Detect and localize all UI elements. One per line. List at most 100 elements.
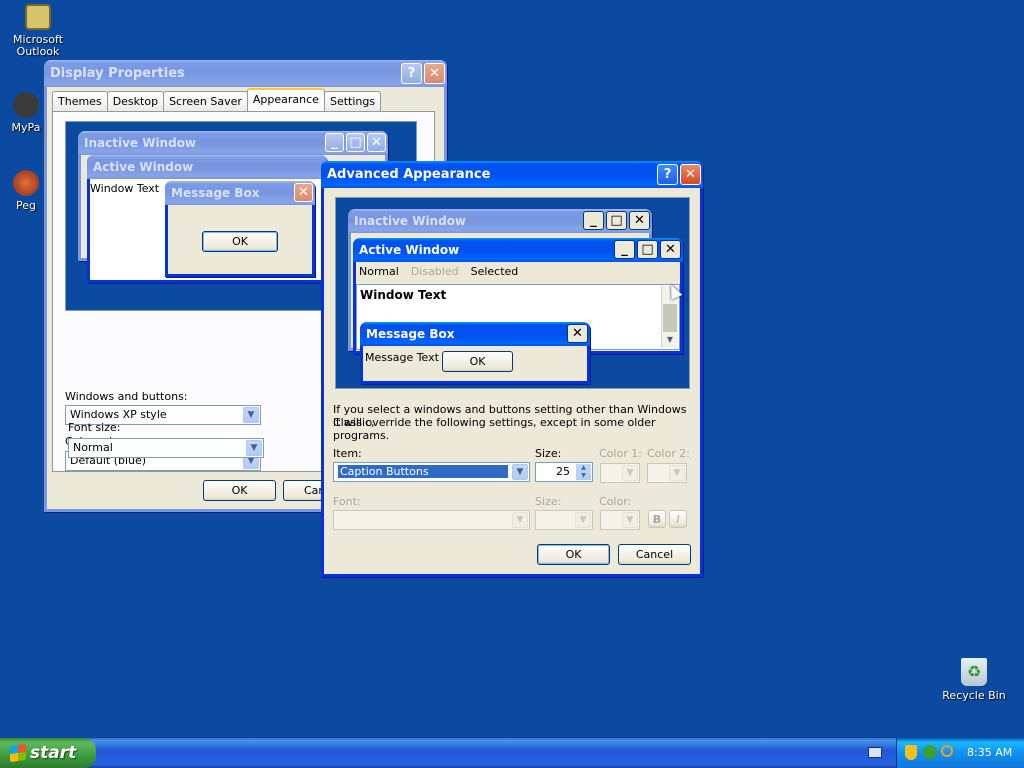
info-text-line2: it will override the following settings,… <box>333 416 656 442</box>
color2-picker[interactable]: ▼ <box>647 463 687 483</box>
network-icon[interactable] <box>923 745 937 759</box>
help-icon[interactable]: ? <box>657 164 678 185</box>
tab-themes[interactable]: Themes <box>52 91 108 111</box>
chevron-down-icon[interactable]: ▼ <box>243 407 259 423</box>
desktop-icon-label: MyPa <box>11 121 41 134</box>
adv-preview-window-text: Window Text <box>360 288 447 302</box>
chevron-down-icon[interactable]: ▼ <box>512 464 528 480</box>
recycle-bin-icon: ♻ <box>961 658 987 686</box>
maximize-icon: □ <box>346 133 365 152</box>
chevron-down-icon[interactable]: ▼ <box>246 440 262 456</box>
desktop-icon-recycle-bin[interactable]: ♻ Recycle Bin <box>936 658 1012 702</box>
maximize-icon[interactable]: □ <box>606 211 627 230</box>
cancel-button[interactable]: Cancel <box>618 544 691 565</box>
display-properties-titlebar[interactable]: Display Properties ? ✕ <box>44 60 447 87</box>
close-icon: ✕ <box>294 183 313 202</box>
close-icon[interactable]: ✕ <box>680 164 701 185</box>
scrollbar-thumb[interactable] <box>663 304 677 332</box>
my-pictures-icon <box>13 92 39 118</box>
chevron-down-icon[interactable]: ▼ <box>662 332 678 348</box>
tab-screen-saver[interactable]: Screen Saver <box>163 91 248 111</box>
advanced-preview[interactable]: Inactive Window _ □ ✕ Active Window _ □ … <box>335 197 690 389</box>
taskbar: start 8:35 AM <box>0 738 1024 768</box>
adv-preview-message-text: Message Text <box>365 351 439 364</box>
preview-message-box-title: Message Box <box>171 186 260 200</box>
menu-selected[interactable]: Selected <box>471 265 519 278</box>
item-value: Caption Buttons <box>338 465 508 478</box>
search-icon[interactable] <box>941 745 953 757</box>
advanced-appearance-titlebar[interactable]: Advanced Appearance ? ✕ <box>321 161 703 188</box>
spinner-arrows-icon[interactable]: ▲ ▼ <box>576 464 591 480</box>
chevron-down-icon[interactable]: ▼ <box>622 512 638 528</box>
tab-appearance[interactable]: Appearance <box>246 88 325 111</box>
size-value: 25 <box>556 465 570 478</box>
bold-button[interactable]: B <box>648 510 666 528</box>
adv-preview-message-box-title: Message Box <box>366 327 455 341</box>
item-select[interactable]: Caption Buttons ▼ <box>333 462 530 482</box>
desktop-icon-label: Microsoft Outlook <box>12 33 64 58</box>
chevron-down-icon[interactable]: ▼ <box>669 465 685 481</box>
desktop-icon-label: Peg <box>16 199 36 212</box>
tab-desktop[interactable]: Desktop <box>106 91 165 111</box>
windows-buttons-value: Windows XP style <box>70 408 167 421</box>
adv-preview-inactive-title: Inactive Window <box>354 214 467 228</box>
maximize-icon[interactable]: □ <box>637 240 658 259</box>
tab-settings[interactable]: Settings <box>323 91 382 111</box>
adv-preview-ok-button[interactable]: OK <box>442 351 513 372</box>
font-size-select[interactable]: ▼ <box>535 510 593 530</box>
font-label: Font: <box>333 495 361 508</box>
chevron-down-icon[interactable]: ▼ <box>575 512 591 528</box>
close-icon[interactable]: ✕ <box>567 324 588 343</box>
font-size-label: Font size: <box>68 421 121 434</box>
preview-active-title: Active Window <box>93 160 194 174</box>
menu-normal[interactable]: Normal <box>359 265 399 278</box>
font-size-select[interactable]: Normal ▼ <box>68 438 264 458</box>
close-icon[interactable]: ✕ <box>424 63 445 84</box>
adv-preview-message-box[interactable]: Message Box ✕ Message Text OK <box>360 322 590 384</box>
chevron-down-icon[interactable]: ▼ <box>622 465 638 481</box>
chevron-down-icon[interactable]: ▼ <box>512 512 528 528</box>
size-spinner[interactable]: 25 ▲ ▼ <box>535 462 593 482</box>
ok-button[interactable]: OK <box>537 544 610 565</box>
color1-picker[interactable]: ▼ <box>600 463 640 483</box>
font-select[interactable]: ▼ <box>333 510 530 530</box>
minimize-icon[interactable]: _ <box>614 240 635 259</box>
windows-logo-icon <box>10 743 26 763</box>
minimize-icon: _ <box>325 133 344 152</box>
start-label: start <box>30 743 77 763</box>
preview-message-box: Message Box ✕ OK <box>165 181 315 277</box>
menu-disabled[interactable]: Disabled <box>411 265 459 278</box>
desktop-icon-outlook[interactable]: Microsoft Outlook <box>0 4 76 58</box>
item-label: Item: <box>333 447 362 460</box>
close-icon[interactable]: ✕ <box>629 211 650 230</box>
font-color-label: Color: <box>599 495 632 508</box>
font-color-picker[interactable]: ▼ <box>600 510 640 530</box>
desktop-icon-label: Recycle Bin <box>942 689 1006 702</box>
adv-preview-active-title: Active Window <box>359 243 460 257</box>
start-button[interactable]: start <box>0 738 96 768</box>
adv-preview-menu: Normal Disabled Selected <box>356 262 680 281</box>
window-title: Advanced Appearance <box>327 167 491 182</box>
font-size-value: Normal <box>73 441 113 454</box>
minimize-icon[interactable]: _ <box>583 211 604 230</box>
close-icon: ✕ <box>367 133 386 152</box>
italic-button[interactable]: I <box>669 510 687 528</box>
pegasus-icon <box>13 170 39 196</box>
clock[interactable]: 8:35 AM <box>967 746 1012 759</box>
ok-button[interactable]: OK <box>203 480 276 501</box>
window-title: Display Properties <box>50 66 185 81</box>
preview-inactive-title: Inactive Window <box>84 136 197 150</box>
font-size-label: Size: <box>535 495 562 508</box>
system-tray: 8:35 AM <box>896 738 1024 768</box>
preview-ok-button: OK <box>202 231 278 252</box>
color2-label: Color 2: <box>647 447 690 460</box>
help-icon[interactable]: ? <box>401 63 422 84</box>
windows-buttons-label: Windows and buttons: <box>65 390 188 403</box>
color1-label: Color 1: <box>599 447 642 460</box>
advanced-appearance-window: Advanced Appearance ? ✕ Inactive Window … <box>321 161 703 577</box>
tab-strip: Themes Desktop Screen Saver Appearance S… <box>52 88 382 111</box>
outlook-icon <box>25 4 51 30</box>
security-shield-icon[interactable] <box>905 745 917 760</box>
keyboard-icon[interactable] <box>868 747 882 758</box>
close-icon[interactable]: ✕ <box>660 240 681 259</box>
